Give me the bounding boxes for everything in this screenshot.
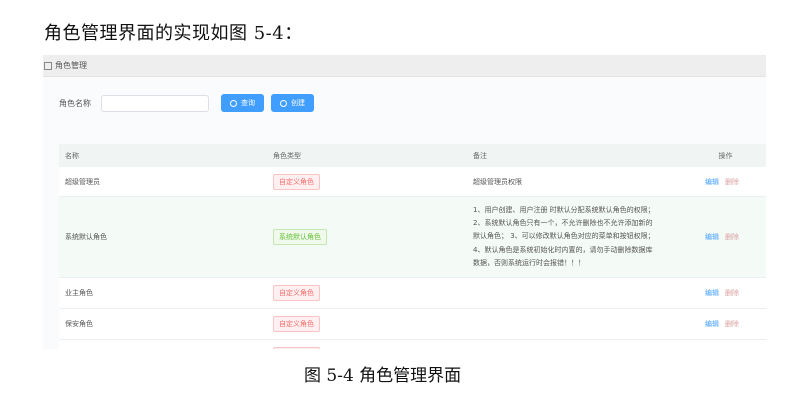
- cell-name: 保安角色: [65, 320, 93, 328]
- cell-actions: 编辑 删除: [705, 288, 766, 298]
- remark-line: 默认角色； 3、可以修改默认角色对应的菜单和按钮权限；: [473, 232, 655, 241]
- header-actions: 操作: [718, 151, 733, 160]
- edit-link[interactable]: 编辑: [705, 289, 719, 297]
- edit-link[interactable]: 编辑: [705, 178, 719, 186]
- figure-caption: 图 5-4 角色管理界面: [304, 366, 462, 386]
- delete-link[interactable]: 删除: [725, 178, 739, 186]
- cell-name: 业主角色: [65, 289, 93, 297]
- role-name-label: 角色名称: [59, 98, 91, 108]
- remark-line: 4、默认角色是系统初始化时内置的，请勿手动删除数据库: [473, 245, 653, 254]
- remark-line: 1、用户创建、用户注册 时默认分配系统默认角色的权限；: [473, 205, 655, 214]
- header-name: 名称: [65, 151, 79, 160]
- header-type: 角色类型: [273, 151, 301, 160]
- create-button[interactable]: 创建: [271, 94, 314, 112]
- role-type-tag: 自定义角色: [273, 316, 320, 332]
- table-row[interactable]: 系统默认角色 系统默认角色 1、用户创建、用户注册 时默认分配系统默认角色的权限…: [59, 197, 766, 278]
- table-row[interactable]: 保安角色 自定义角色 编辑 删除: [59, 309, 766, 340]
- cell-type: 系统默认角色: [269, 229, 472, 245]
- cell-remark: 1、用户创建、用户注册 时默认分配系统默认角色的权限； 2、系统默认角色只有一个…: [472, 204, 705, 270]
- window-titlebar: 角色管理: [43, 55, 766, 77]
- main-content: 角色名称 查询 创建 名称 角色类型 备注 操作 超级管理员 自定义角色 超级管…: [43, 77, 766, 349]
- window-title: 角色管理: [55, 61, 87, 70]
- role-type-tag: 自定义角色: [273, 347, 320, 349]
- cell-actions: 编辑 删除: [705, 177, 766, 187]
- header-remark: 备注: [473, 151, 487, 160]
- delete-link[interactable]: 删除: [725, 289, 739, 297]
- edit-link[interactable]: 编辑: [705, 320, 719, 328]
- query-button-label: 查询: [241, 99, 255, 107]
- cell-type: 自定义角色: [269, 347, 472, 349]
- remark-line: 2、系统默认角色只有一个，不允许删除也不允许添加新的: [473, 219, 653, 228]
- search-icon: [280, 99, 287, 107]
- cell-actions: 编辑 删除: [705, 319, 766, 329]
- cell-name: 系统默认角色: [65, 233, 107, 241]
- create-button-label: 创建: [291, 99, 305, 107]
- cell-type: 自定义角色: [269, 285, 472, 301]
- cell-remark: 超级管理员权限: [473, 177, 522, 186]
- remark-line: 数据，否则系统运行时会报错！！！: [473, 258, 585, 267]
- menu-icon[interactable]: [44, 61, 52, 70]
- app-window: 角色管理 角色名称 查询 创建 名称 角色类型 备注 操作 超级管理员 自定义角…: [43, 55, 766, 349]
- delete-link[interactable]: 删除: [725, 233, 739, 241]
- query-button[interactable]: 查询: [221, 94, 264, 112]
- table-header: 名称 角色类型 备注 操作: [59, 144, 766, 167]
- document-heading: 角色管理界面的实现如图 5-4：: [44, 23, 303, 44]
- roles-table: 名称 角色类型 备注 操作 超级管理员 自定义角色 超级管理员权限 编辑 删除 系…: [59, 144, 766, 349]
- cell-name: 超级管理员: [65, 177, 100, 186]
- table-row[interactable]: 超级管理员 自定义角色 超级管理员权限 编辑 删除: [59, 167, 766, 197]
- search-bar: 角色名称 查询 创建: [59, 94, 321, 112]
- search-icon: [230, 99, 237, 107]
- cell-actions: 编辑 删除: [705, 232, 766, 242]
- role-type-tag: 系统默认角色: [273, 229, 327, 245]
- role-type-tag: 自定义角色: [273, 173, 320, 190]
- delete-link[interactable]: 删除: [725, 320, 739, 328]
- role-type-tag: 自定义角色: [273, 285, 320, 301]
- cell-type: 自定义角色: [269, 173, 472, 190]
- edit-link[interactable]: 编辑: [705, 233, 719, 241]
- table-row[interactable]: 业主角色 自定义角色 编辑 删除: [59, 278, 766, 309]
- table-row[interactable]: 自定义角色: [59, 340, 766, 349]
- cell-type: 自定义角色: [269, 316, 472, 332]
- role-name-input[interactable]: [101, 94, 209, 112]
